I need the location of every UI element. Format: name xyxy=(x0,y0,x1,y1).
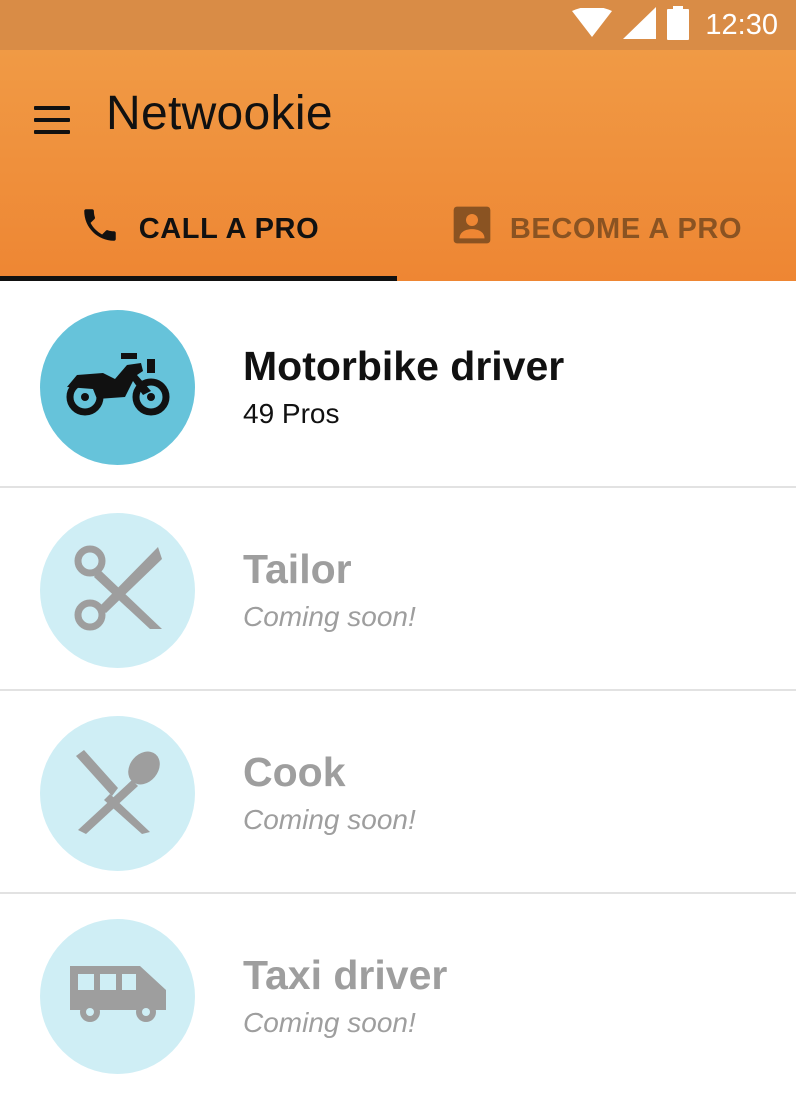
category-title: Tailor xyxy=(243,546,352,592)
tab-call-label: CALL A PRO xyxy=(138,212,320,245)
tab-call-a-pro[interactable]: CALL A PRO xyxy=(0,178,398,280)
signal-icon xyxy=(623,6,657,44)
list-item-tailor[interactable]: Tailor Coming soon! xyxy=(0,488,796,691)
tab-selected-indicator xyxy=(0,276,397,281)
utensils-icon xyxy=(72,748,164,839)
contact-card-icon xyxy=(452,205,492,253)
list-item-cook[interactable]: Cook Coming soon! xyxy=(0,691,796,894)
category-subtitle: 49 Pros xyxy=(243,398,340,429)
status-bar: 12:30 xyxy=(0,0,796,50)
category-subtitle: Coming soon! xyxy=(243,804,416,835)
category-avatar xyxy=(40,716,195,871)
phone-icon xyxy=(79,204,121,254)
list-item-taxi-driver[interactable]: Taxi driver Coming soon! xyxy=(0,894,796,1095)
scissors-icon xyxy=(70,543,166,638)
app-title: Netwookie xyxy=(106,87,333,140)
battery-icon xyxy=(667,5,690,45)
van-icon xyxy=(68,962,168,1031)
status-time: 12:30 xyxy=(705,8,778,41)
status-icons: 12:30 xyxy=(571,5,778,45)
hamburger-menu-icon[interactable] xyxy=(34,106,72,136)
category-avatar xyxy=(40,513,195,668)
tab-become-a-pro[interactable]: BECOME A PRO xyxy=(398,178,796,280)
category-subtitle: Coming soon! xyxy=(243,1007,416,1038)
tab-become-label: BECOME A PRO xyxy=(509,212,743,245)
category-list: Motorbike driver 49 Pros Tailor Coming s… xyxy=(0,285,796,1095)
category-avatar xyxy=(40,310,195,465)
category-title: Taxi driver xyxy=(243,952,448,998)
motorbike-icon xyxy=(63,349,173,426)
category-subtitle: Coming soon! xyxy=(243,601,416,632)
category-avatar xyxy=(40,919,195,1074)
category-title: Cook xyxy=(243,749,346,795)
list-item-motorbike-driver[interactable]: Motorbike driver 49 Pros xyxy=(0,285,796,488)
wifi-icon xyxy=(571,6,613,43)
category-title: Motorbike driver xyxy=(243,343,565,389)
